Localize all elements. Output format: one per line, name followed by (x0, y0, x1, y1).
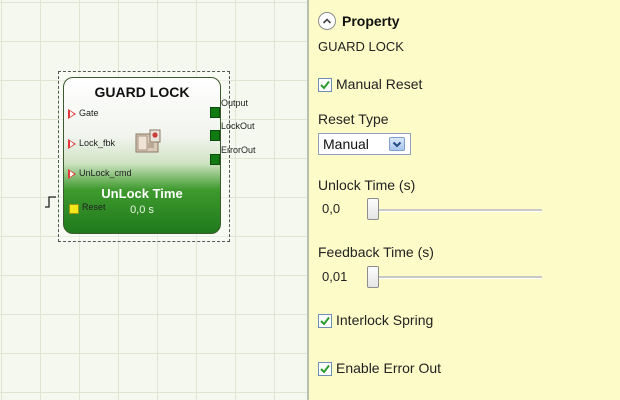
unlock-time-slider-thumb[interactable] (367, 198, 379, 220)
panel-subheading: GUARD LOCK (318, 39, 404, 54)
feedback-time-label: Feedback Time (s) (318, 244, 434, 260)
enable-error-out-checkbox[interactable] (318, 362, 332, 376)
output-label-errorout: ErrorOut (221, 145, 256, 155)
feedback-time-slider-thumb[interactable] (367, 266, 379, 288)
checkmark-icon (320, 364, 330, 374)
output-label-output: Output (221, 98, 249, 108)
input-pin-lock-fbk[interactable] (68, 139, 76, 149)
interlock-spring-label: Interlock Spring (336, 312, 434, 328)
property-panel (309, 0, 620, 400)
block-title: GUARD LOCK (94, 84, 190, 100)
collapse-property-button[interactable] (318, 12, 336, 30)
panel-heading: Property (342, 13, 400, 29)
input-label-lock-fbk: Lock_fbk (79, 138, 116, 148)
reset-type-select[interactable]: Manual (318, 133, 411, 155)
output-pin-errorout[interactable] (210, 154, 220, 165)
output-label-lockout: LockOut (221, 121, 255, 131)
feedback-time-value: 0,01 (322, 269, 348, 284)
checkmark-icon (320, 316, 330, 326)
input-label-gate: Gate (79, 108, 99, 118)
manual-reset-label: Manual Reset (336, 76, 423, 92)
chevron-up-circle-icon (322, 18, 332, 24)
unlock-time-label: Unlock Time (s) (318, 177, 416, 193)
input-pin-unlock-cmd[interactable] (68, 169, 76, 179)
interlock-spring-checkbox[interactable] (318, 314, 332, 328)
checkmark-icon (320, 80, 330, 90)
pulse-signal-icon (45, 196, 56, 208)
output-pin-lockout[interactable] (210, 130, 220, 141)
unlock-time-slider-track[interactable] (370, 209, 542, 212)
dropdown-button[interactable] (389, 137, 405, 151)
input-label-reset: Reset (82, 202, 106, 212)
manual-reset-checkbox[interactable] (318, 78, 332, 92)
reset-type-label: Reset Type (318, 111, 389, 127)
guard-lock-device-icon (135, 129, 161, 153)
enable-error-out-label: Enable Error Out (336, 360, 442, 376)
chevron-down-icon (392, 141, 402, 148)
input-pin-reset[interactable] (69, 204, 79, 214)
block-parameter-caption: UnLock Time (101, 186, 183, 201)
input-pin-gate[interactable] (68, 109, 76, 119)
reset-type-value: Manual (323, 136, 369, 152)
unlock-time-value: 0,0 (322, 201, 341, 216)
input-label-unlock-cmd: UnLock_cmd (79, 168, 132, 178)
output-pin-output[interactable] (210, 107, 220, 118)
feedback-time-slider-track[interactable] (370, 276, 542, 279)
